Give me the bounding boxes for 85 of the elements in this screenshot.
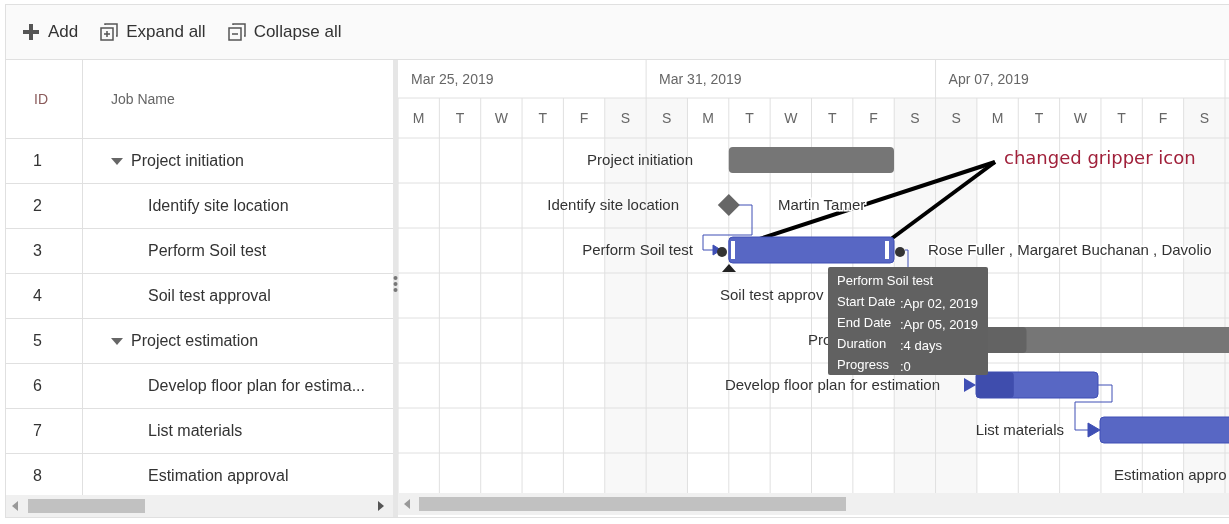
toolbar-button[interactable]: Add [22,22,79,42]
day-label: S [662,110,672,126]
day-label: S [951,110,961,126]
gripper-icon[interactable] [731,241,735,259]
toolbar-button[interactable]: Expand all [100,22,206,42]
splitter-icon[interactable] [393,275,398,293]
tooltip-label: Duration [837,336,887,351]
day-label: W [1073,110,1087,126]
progress-handle[interactable] [722,264,736,272]
column-header[interactable]: ID [6,60,83,138]
annotation-text: changed gripper icon [1004,147,1196,168]
task-label: Project initiation [587,151,693,168]
id-cell: 4 [6,274,83,318]
day-label: T [827,110,837,126]
collapse-arrow-icon[interactable] [111,337,123,345]
day-label: T [1117,110,1126,126]
day-label: S [620,110,631,126]
connector-point[interactable] [895,247,905,257]
tooltip-label: Start Date [837,294,896,309]
job-name-cell: Soil test approval [148,287,271,305]
task-bar[interactable] [728,236,895,264]
task-label: Estimation appro [1114,466,1227,483]
scroll-right-icon[interactable] [378,501,384,511]
job-name-cell: Project initiation [131,152,244,170]
job-name-cell: List materials [148,422,243,440]
connector-point[interactable] [717,247,727,257]
day-label: S [910,110,920,126]
scroll-left-icon[interactable] [404,499,410,509]
job-name-cell: Perform Soil test [148,242,267,260]
task-bar[interactable] [975,371,1099,399]
tooltip-label: End Date [837,315,892,330]
horizontal-scrollbar[interactable] [6,495,393,517]
plus-icon [22,23,40,41]
day-label: T [745,110,754,126]
id-cell: 7 [6,409,83,453]
id-cell: 1 [6,139,83,183]
job-name-cell: Project estimation [131,332,259,350]
task-label: List materials [975,421,1064,438]
collapse-icon [227,23,246,41]
day-label: S [1199,110,1209,126]
day-label: F [1158,110,1168,126]
day-label: M [412,110,425,126]
week-label: Apr 07, 2019 [948,71,1029,87]
toolbar-button[interactable]: Collapse all [227,22,342,42]
task-label: Develop floor plan for estimation [724,376,940,393]
connector-line [1074,384,1113,438]
tooltip-title: Perform Soil test [837,273,934,288]
milestone-diamond[interactable] [717,194,740,216]
tooltip-value: :Apr 05, 2019 [900,317,979,332]
day-label: T [1034,110,1044,126]
collapse-arrow-icon[interactable] [111,157,123,165]
id-cell: 3 [6,229,83,273]
job-name-cell: Identify site location [148,197,289,215]
resource-label: Rose Fuller , Margaret Buchanan , Davolio [928,241,1212,258]
day-label: W [494,110,508,126]
task-bar[interactable] [1099,416,1229,444]
expand-icon [100,23,119,41]
job-name-cell: Develop floor plan for estima... [148,377,365,395]
tooltip-value: :4 days [900,338,942,353]
horizontal-scrollbar[interactable] [398,493,1229,515]
day-label: F [579,110,589,126]
resource-label: Martin Tamer [778,196,866,213]
day-label: T [538,110,547,126]
day-label: T [455,110,465,126]
tooltip-value: :Apr 02, 2019 [900,296,979,311]
id-cell: 2 [6,184,83,228]
connector-line [702,204,753,256]
arrow-icon [964,378,976,392]
id-cell: 6 [6,364,83,408]
day-label: W [784,110,798,126]
tooltip-value: :0 [900,359,911,374]
task-label: Identify site location [547,196,679,213]
tooltip-label: Progress [837,357,890,372]
gripper-icon[interactable] [885,241,889,259]
column-header[interactable]: Job Name [83,60,393,138]
id-cell: 5 [6,319,83,363]
job-name-cell: Estimation approval [148,467,289,485]
day-label: M [991,110,1004,126]
day-label: F [869,110,878,126]
scroll-left-icon[interactable] [12,501,18,511]
day-label: M [702,110,714,126]
week-label: Mar 31, 2019 [659,71,742,87]
task-label: Soil test approv [720,286,824,303]
task-label: Perform Soil test [582,241,693,258]
week-label: Mar 25, 2019 [411,71,494,87]
